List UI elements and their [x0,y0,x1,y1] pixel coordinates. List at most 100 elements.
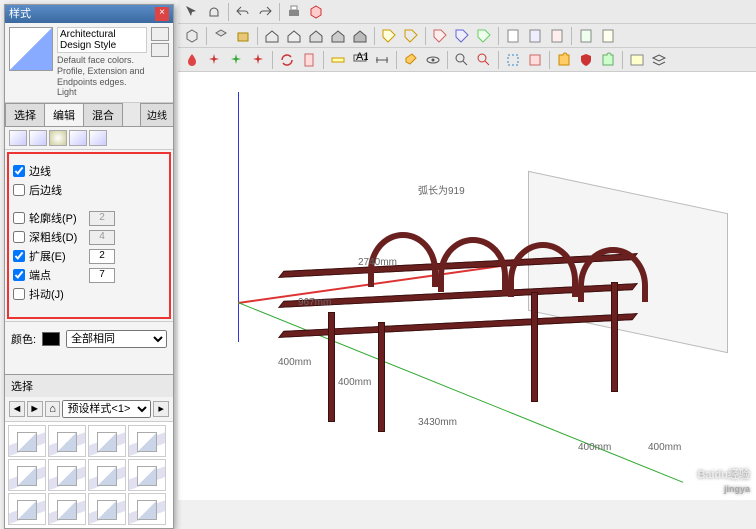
checkbox-depth[interactable] [13,231,25,243]
style-thumb[interactable] [8,493,46,525]
tool-sheet5[interactable] [598,26,618,46]
style-thumb[interactable] [88,425,126,457]
style-thumb[interactable] [8,425,46,457]
input-endpoints[interactable]: 7 [89,268,115,283]
style-thumb[interactable] [128,459,166,491]
tool-zoom2[interactable] [474,50,494,70]
style-thumb[interactable] [8,459,46,491]
tool-spark3[interactable] [248,50,268,70]
close-icon[interactable]: × [155,7,169,21]
tab-edit[interactable]: 编辑 [44,103,84,126]
tool-puzzle2[interactable] [598,50,618,70]
tool-tape[interactable] [328,50,348,70]
tool-doc-r[interactable] [299,50,319,70]
tool-sheet1[interactable] [503,26,523,46]
tool-pan[interactable] [204,2,224,22]
label-depth: 深粗线(D) [29,229,85,245]
style-name-field[interactable]: Architectural Design Style [57,27,147,53]
style-thumb[interactable] [128,493,166,525]
dim-2740: 2740mm [358,257,397,268]
tool-model-red[interactable] [306,2,326,22]
style-new-button[interactable] [151,43,169,57]
style-thumb[interactable] [48,493,86,525]
tool-zoom[interactable] [452,50,472,70]
tab-mix[interactable]: 混合 [83,103,123,126]
model-canopy: 弧长为919 2740mm 967mm 400mm 400mm 3430mm 4… [268,202,668,442]
tool-select-rect[interactable] [503,50,523,70]
tool-tag3[interactable] [430,26,450,46]
tool-box[interactable] [233,26,253,46]
label-profile: 轮廓线(P) [29,210,85,226]
preset-select[interactable]: 预设样式<1> [62,400,151,418]
tool-tag1[interactable] [379,26,399,46]
style-thumb[interactable] [48,459,86,491]
label-jitter: 抖动(J) [29,286,85,302]
tool-tag4[interactable] [452,26,472,46]
tool-sheet2[interactable] [525,26,545,46]
color-swatch[interactable] [42,332,60,346]
tool-spark2[interactable] [226,50,246,70]
checkbox-extension[interactable] [13,250,25,262]
style-update-button[interactable] [151,27,169,41]
tool-sheet4[interactable] [576,26,596,46]
tool-eye[interactable] [423,50,443,70]
tool-house1[interactable] [262,26,282,46]
checkbox-jitter[interactable] [13,288,25,300]
nav-home-button[interactable]: ⌂ [45,401,61,417]
model-arch [438,237,508,292]
tool-redo[interactable] [255,2,275,22]
input-depth[interactable]: 4 [89,230,115,245]
tool-drop-red[interactable] [182,50,202,70]
tool-house3[interactable] [306,26,326,46]
watermark-mode-icon[interactable] [69,130,87,146]
tool-select-s[interactable] [525,50,545,70]
style-thumb[interactable] [88,459,126,491]
style-thumb[interactable] [88,493,126,525]
tool-shield[interactable] [576,50,596,70]
tool-component[interactable] [211,26,231,46]
checkbox-edges[interactable] [13,165,25,177]
bg-mode-icon[interactable] [49,130,67,146]
style-thumb[interactable] [48,425,86,457]
edge-mode-icon[interactable] [9,130,27,146]
color-mode-select[interactable]: 全部相同 [66,330,167,348]
tool-sheet3[interactable] [547,26,567,46]
tool-puzzle1[interactable] [554,50,574,70]
tool-tag5[interactable] [474,26,494,46]
tool-house4[interactable] [328,26,348,46]
tool-undo[interactable] [233,2,253,22]
dim-arc: 弧长为919 [418,182,465,197]
model-mode-icon[interactable] [89,130,107,146]
face-mode-icon[interactable] [29,130,47,146]
tool-bucket[interactable] [401,50,421,70]
tool-dim[interactable] [372,50,392,70]
tool-house2[interactable] [284,26,304,46]
input-extension[interactable]: 2 [89,249,115,264]
tool-layers[interactable] [649,50,669,70]
checkbox-backedges[interactable] [13,184,25,196]
tool-iso[interactable] [182,26,202,46]
tool-house5[interactable] [350,26,370,46]
nav-fwd-button[interactable]: ► [27,401,43,417]
label-extension: 扩展(E) [29,248,85,264]
tool-cursor[interactable] [182,2,202,22]
tool-print[interactable] [284,2,304,22]
tool-refresh[interactable] [277,50,297,70]
tool-tag2[interactable] [401,26,421,46]
nav-menu-button[interactable]: ▸ [153,401,169,417]
panel-titlebar[interactable]: 样式 × [5,5,173,23]
checkbox-profile[interactable] [13,212,25,224]
tool-spark1[interactable] [204,50,224,70]
viewport-3d[interactable]: 弧长为919 2740mm 967mm 400mm 400mm 3430mm 4… [178,72,756,500]
tool-text[interactable]: A1 [350,50,370,70]
dim-400b: 400mm [338,377,371,388]
model-post [328,312,335,422]
tool-prop[interactable] [627,50,647,70]
checkbox-endpoints[interactable] [13,269,25,281]
input-profile[interactable]: 2 [89,211,115,226]
nav-back-button[interactable]: ◄ [9,401,25,417]
axis-blue [238,92,239,342]
tab-select[interactable]: 选择 [5,103,45,126]
edge-settings-highlight: 边线 后边线 轮廓线(P)2 深粗线(D)4 扩展(E)2 端点7 抖动(J) [7,152,171,319]
style-thumb[interactable] [128,425,166,457]
